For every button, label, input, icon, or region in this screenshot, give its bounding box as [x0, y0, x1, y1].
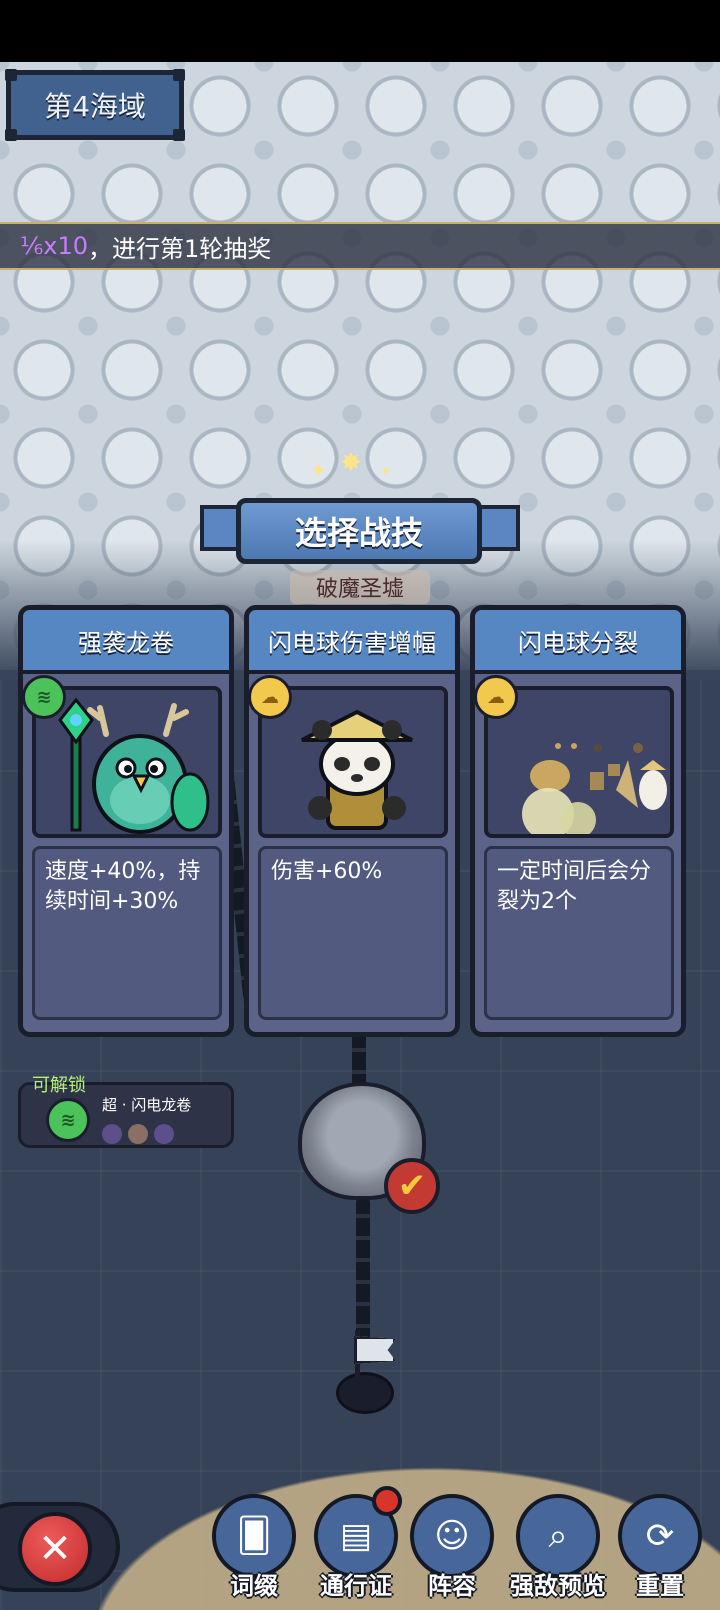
skill-card-title: 强袭龙卷: [23, 610, 229, 674]
region-badge: 第4海域: [5, 69, 185, 141]
skill-card-description: 伤害+60%: [258, 846, 448, 1020]
panda-monk-character-icon: [301, 709, 413, 830]
nav-button-affix[interactable]: 🂠 词缀: [206, 1494, 302, 1606]
close-button[interactable]: ✕: [18, 1512, 92, 1586]
start-node-base: [336, 1372, 394, 1414]
nav-label: 重置: [636, 1572, 684, 1600]
chain: [356, 1196, 370, 1346]
sparkle-icon: ✸: [340, 448, 362, 478]
status-bar: [0, 0, 720, 62]
bolt-decoration: [5, 69, 17, 81]
skill-card-title: 闪电球伤害增幅: [249, 610, 455, 674]
green-wind-icon: ≋: [22, 675, 66, 719]
chain: [352, 1030, 366, 1090]
skill-card-1[interactable]: 强袭龙卷 速度+40%，持续时间+30%: [18, 605, 234, 1037]
split-lightning-ball-icon: [522, 743, 667, 834]
skill-card-description: 一定时间后会分裂为2个: [484, 846, 674, 1020]
sparkle-icon: ✦: [310, 458, 327, 482]
location-label: 破魔圣墟: [290, 570, 430, 604]
notification-dot: [372, 1486, 402, 1516]
nav-button-enemy-preview[interactable]: ⌕ 强敌预览: [510, 1494, 606, 1606]
unlock-label: 可解锁: [32, 1075, 86, 1096]
announcement-item: ⅙x10: [20, 232, 89, 260]
owl-staff-character-icon: [58, 697, 210, 834]
skill-card-3[interactable]: 闪电球分裂 一定时间后会分裂为2个: [470, 605, 686, 1037]
progress-dot: [154, 1124, 174, 1144]
region-title: 第4海域: [44, 90, 146, 123]
nav-button-lineup[interactable]: ☺ 阵容: [404, 1494, 500, 1606]
gold-cloud-icon: ☁: [248, 675, 292, 719]
bolt-decoration: [173, 69, 185, 81]
skill-card-title: 闪电球分裂: [475, 610, 681, 674]
bolt-decoration: [5, 129, 17, 141]
gold-cloud-icon: ☁: [474, 675, 518, 719]
skill-card-2[interactable]: 闪电球伤害增幅 伤害+60%: [244, 605, 460, 1037]
check-mark-icon: ✔: [384, 1158, 440, 1214]
announcement-bar: ⅙x10 ，进行第1轮抽奖: [0, 222, 720, 270]
dialog-title: 选择战技: [236, 498, 482, 564]
announcement-message: ，进行第1轮抽奖: [88, 234, 272, 263]
sparkle-icon: ✦: [380, 464, 392, 480]
unlock-skill-name: 超 · 闪电龙卷: [102, 1096, 192, 1114]
green-wind-icon: ≋: [46, 1098, 90, 1142]
close-icon: ✕: [38, 1526, 72, 1572]
bolt-decoration: [173, 129, 185, 141]
nav-button-reset[interactable]: ⟳ 重置: [612, 1494, 708, 1606]
progress-dot: [102, 1124, 122, 1144]
progress-dot: [128, 1124, 148, 1144]
skill-card-description: 速度+40%，持续时间+30%: [32, 846, 222, 1020]
